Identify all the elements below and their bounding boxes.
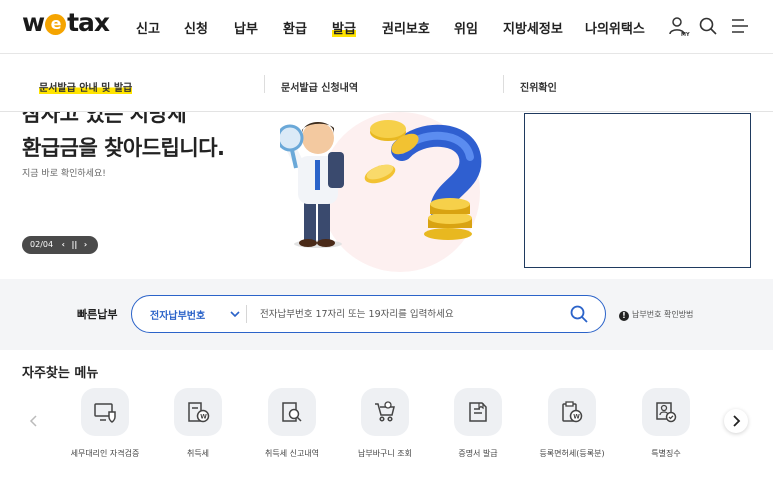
- logo-text-w: w: [22, 8, 45, 37]
- wetax-logo[interactable]: w e tax: [22, 8, 110, 37]
- refund-illustration: [280, 112, 482, 272]
- favorite-registration-license-tax[interactable]: W 등록면허세(등록분): [524, 388, 620, 468]
- pager-current: 02: [30, 240, 41, 249]
- person-check-icon: [642, 388, 690, 436]
- submenu-doc-issue-guide[interactable]: 문서발급 안내 및 발급: [39, 79, 133, 94]
- favorite-label: 취득세: [186, 449, 210, 458]
- favorite-label: 특별징수: [651, 449, 681, 458]
- nav-item-report[interactable]: 신고: [136, 18, 160, 37]
- logo-text-e: e: [45, 14, 67, 35]
- favorite-label: 취득세 신고내역: [264, 449, 320, 458]
- menu-icon[interactable]: [729, 15, 751, 37]
- favorite-label: 증명서 발급: [458, 449, 498, 458]
- favorite-tax-agent-verify[interactable]: 세무대리인 자격검증: [57, 388, 153, 468]
- next-slide-button[interactable]: ›: [84, 236, 87, 254]
- nav-item-issue[interactable]: 발급: [332, 18, 356, 37]
- quick-pay-search-box: 전자납부번호: [131, 295, 606, 333]
- document-search-icon: [268, 388, 316, 436]
- building-won-icon: W: [174, 388, 222, 436]
- info-icon: !: [619, 311, 629, 321]
- clipboard-won-icon: W: [548, 388, 596, 436]
- payment-number-input[interactable]: [260, 303, 560, 325]
- svg-text:W: W: [200, 414, 207, 421]
- side-banner-frame[interactable]: [524, 113, 751, 268]
- favorite-acquisition-tax-history[interactable]: 취득세 신고내역: [244, 388, 340, 468]
- favorite-special-withholding[interactable]: 특별징수: [618, 388, 714, 468]
- nav-item-rights[interactable]: 권리보호: [382, 18, 430, 37]
- svg-text:W: W: [573, 414, 580, 421]
- nav-item-delegate[interactable]: 위임: [454, 18, 478, 37]
- hero-banner[interactable]: 잠자고 있는 지방세 환급금을 찾아드립니다. 지금 바로 확인하세요! 02/…: [0, 112, 773, 279]
- site-header: w e tax 신고 신청 납부 환급 발급 권리보호 위임 지방세정보 나의위택스…: [0, 0, 773, 54]
- help-link-text: 납부번호 확인방법: [632, 310, 694, 319]
- cart-icon: [361, 388, 409, 436]
- monitor-shield-icon: [81, 388, 129, 436]
- svg-text:MY: MY: [681, 32, 690, 37]
- favorites-title: 자주찾는 메뉴: [22, 366, 99, 381]
- favorite-certificate-issue[interactable]: 증명서 발급: [430, 388, 526, 468]
- favorite-payment-cart[interactable]: 납부바구니 조회: [337, 388, 433, 468]
- submenu-authenticity-check[interactable]: 진위확인: [520, 79, 557, 94]
- favorite-acquisition-tax[interactable]: W 취득세: [150, 388, 246, 468]
- nav-item-refund[interactable]: 환급: [283, 18, 307, 37]
- submenu-doc-issue-history[interactable]: 문서발급 신청내역: [281, 79, 358, 94]
- logo-text-tax: tax: [67, 8, 110, 37]
- search-icon[interactable]: [697, 15, 719, 37]
- hero-title-line2: 환급금을 찾아드립니다.: [22, 136, 225, 160]
- banner-pager: 02/04 ‹ || ›: [22, 236, 98, 254]
- favorite-label: 세무대리인 자격검증: [70, 449, 140, 458]
- search-icon[interactable]: [569, 304, 589, 324]
- nav-item-local-tax-info[interactable]: 지방세정보: [503, 18, 563, 37]
- quick-pay-divider: [246, 305, 247, 323]
- pager-total: 04: [42, 240, 54, 249]
- issue-submenu: 문서발급 안내 및 발급 문서발급 신청내역 진위확인: [0, 55, 773, 112]
- hero-title-line1: 잠자고 있는 지방세: [22, 112, 187, 126]
- certificate-icon: [454, 388, 502, 436]
- carousel-next-button[interactable]: [724, 409, 748, 433]
- hero-subtitle: 지금 바로 확인하세요!: [22, 169, 106, 179]
- submenu-divider: [503, 75, 504, 93]
- prev-slide-button[interactable]: ‹: [62, 236, 65, 254]
- nav-item-pay[interactable]: 납부: [234, 18, 258, 37]
- quick-pay-section: 빠른납부 전자납부번호 !납부번호 확인방법: [0, 279, 773, 350]
- pause-button[interactable]: ||: [71, 236, 77, 254]
- payment-number-type-select[interactable]: 전자납부번호: [150, 307, 205, 322]
- nav-item-apply[interactable]: 신청: [184, 18, 208, 37]
- submenu-divider: [264, 75, 265, 93]
- favorite-label: 등록면허세(등록분): [539, 449, 605, 458]
- favorite-label: 납부바구니 조회: [357, 449, 413, 458]
- payment-number-help-link[interactable]: ! 납부번호 확인방법: [619, 309, 693, 321]
- nav-item-my-wetax[interactable]: 나의위택스: [585, 18, 645, 37]
- chevron-down-icon[interactable]: [229, 308, 241, 320]
- my-page-icon[interactable]: MY: [668, 15, 690, 37]
- carousel-prev-button[interactable]: [22, 409, 46, 433]
- quick-pay-label: 빠른납부: [77, 308, 118, 321]
